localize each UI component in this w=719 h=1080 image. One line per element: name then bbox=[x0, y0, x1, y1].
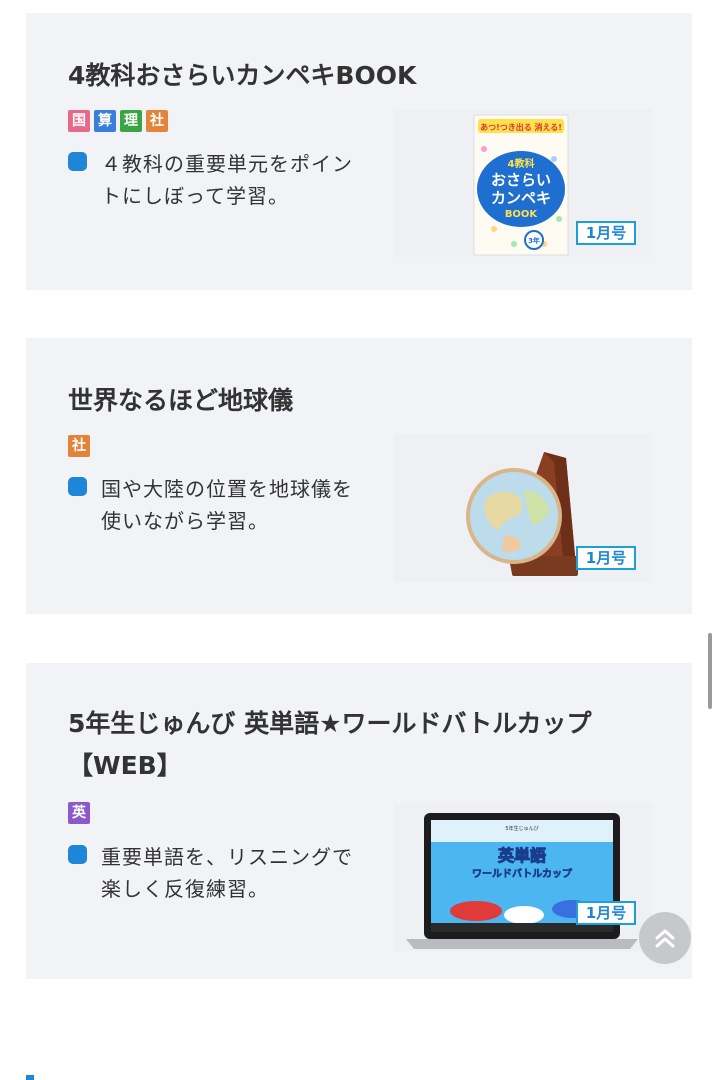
card-title: 4教科おさらいカンペキBOOK bbox=[68, 61, 417, 90]
book-top-banner: あつ!つき出る 消える! bbox=[480, 122, 562, 132]
laptop-illustration: 5年生じゅんび 英単語 ワールドバトルカップ bbox=[406, 813, 638, 949]
subject-tags: 社 bbox=[68, 435, 90, 457]
bullet-icon bbox=[68, 152, 87, 171]
card-description: ４教科の重要単元をポイントにしぼって学習。 bbox=[68, 148, 368, 212]
subject-tag-social: 社 bbox=[146, 110, 168, 132]
card-title: 世界なるほど地球儀 bbox=[68, 386, 294, 415]
month-badge: 1月号 bbox=[576, 901, 636, 925]
subject-tag-social: 社 bbox=[68, 435, 90, 457]
month-badge: 1月号 bbox=[576, 546, 636, 570]
bullet-icon bbox=[68, 845, 87, 864]
product-card-kanpeki-book: 4教科おさらいカンペキBOOK 国 算 理 社 ４教科の重要単元をポイントにしぼ… bbox=[26, 13, 692, 290]
subject-tags: 英 bbox=[68, 802, 90, 824]
card-title: 5年生じゅんび 英単語★ワールドバトルカップ【WEB】 bbox=[68, 709, 592, 780]
book-grade: 3年 bbox=[528, 236, 540, 245]
book-line4: BOOK bbox=[505, 209, 539, 220]
bullet-icon bbox=[68, 477, 87, 496]
month-badge: 1月号 bbox=[576, 221, 636, 245]
product-image-globe: 1月号 bbox=[394, 434, 652, 582]
book-line2: おさらい bbox=[491, 171, 551, 189]
product-card-globe: 世界なるほど地球儀 社 国や大陸の位置を地球儀を使いながら学習。 1月号 bbox=[26, 338, 692, 614]
card-description: 国や大陸の位置を地球儀を使いながら学習。 bbox=[68, 473, 368, 537]
screen-small-title: 5年生じゅんび bbox=[505, 825, 538, 832]
subject-tag-science: 理 bbox=[120, 110, 142, 132]
subject-tag-japanese: 国 bbox=[68, 110, 90, 132]
book-line3: カンペキ bbox=[491, 189, 551, 207]
book-line1: 4教科 bbox=[508, 157, 535, 170]
subject-tag-math: 算 bbox=[94, 110, 116, 132]
description-text: 国や大陸の位置を地球儀を使いながら学習。 bbox=[101, 477, 353, 533]
description-text: ４教科の重要単元をポイントにしぼって学習。 bbox=[101, 152, 353, 208]
page-scrollbar[interactable] bbox=[708, 633, 712, 709]
screen-big-title: 英単語 bbox=[497, 846, 546, 865]
scroll-to-top-button[interactable] bbox=[639, 912, 691, 964]
screen-subtitle: ワールドバトルカップ bbox=[472, 867, 573, 880]
card-description: 重要単語を、リスニングで楽しく反復練習。 bbox=[68, 841, 368, 905]
subject-tag-english: 英 bbox=[68, 802, 90, 824]
product-card-english-web: 5年生じゅんび 英単語★ワールドバトルカップ【WEB】 英 重要単語を、リスニン… bbox=[26, 663, 692, 979]
subject-tags: 国 算 理 社 bbox=[68, 110, 168, 132]
product-image-book: あつ!つき出る 消える! 4教科 おさらい カンペキ BOOK 3年 1月号 bbox=[394, 109, 652, 257]
description-text: 重要単語を、リスニングで楽しく反復練習。 bbox=[101, 845, 353, 901]
next-section-marker bbox=[26, 1075, 34, 1080]
double-chevron-up-icon bbox=[655, 929, 675, 948]
product-image-laptop: 5年生じゅんび 英単語 ワールドバトルカップ 1月号 bbox=[394, 803, 652, 951]
